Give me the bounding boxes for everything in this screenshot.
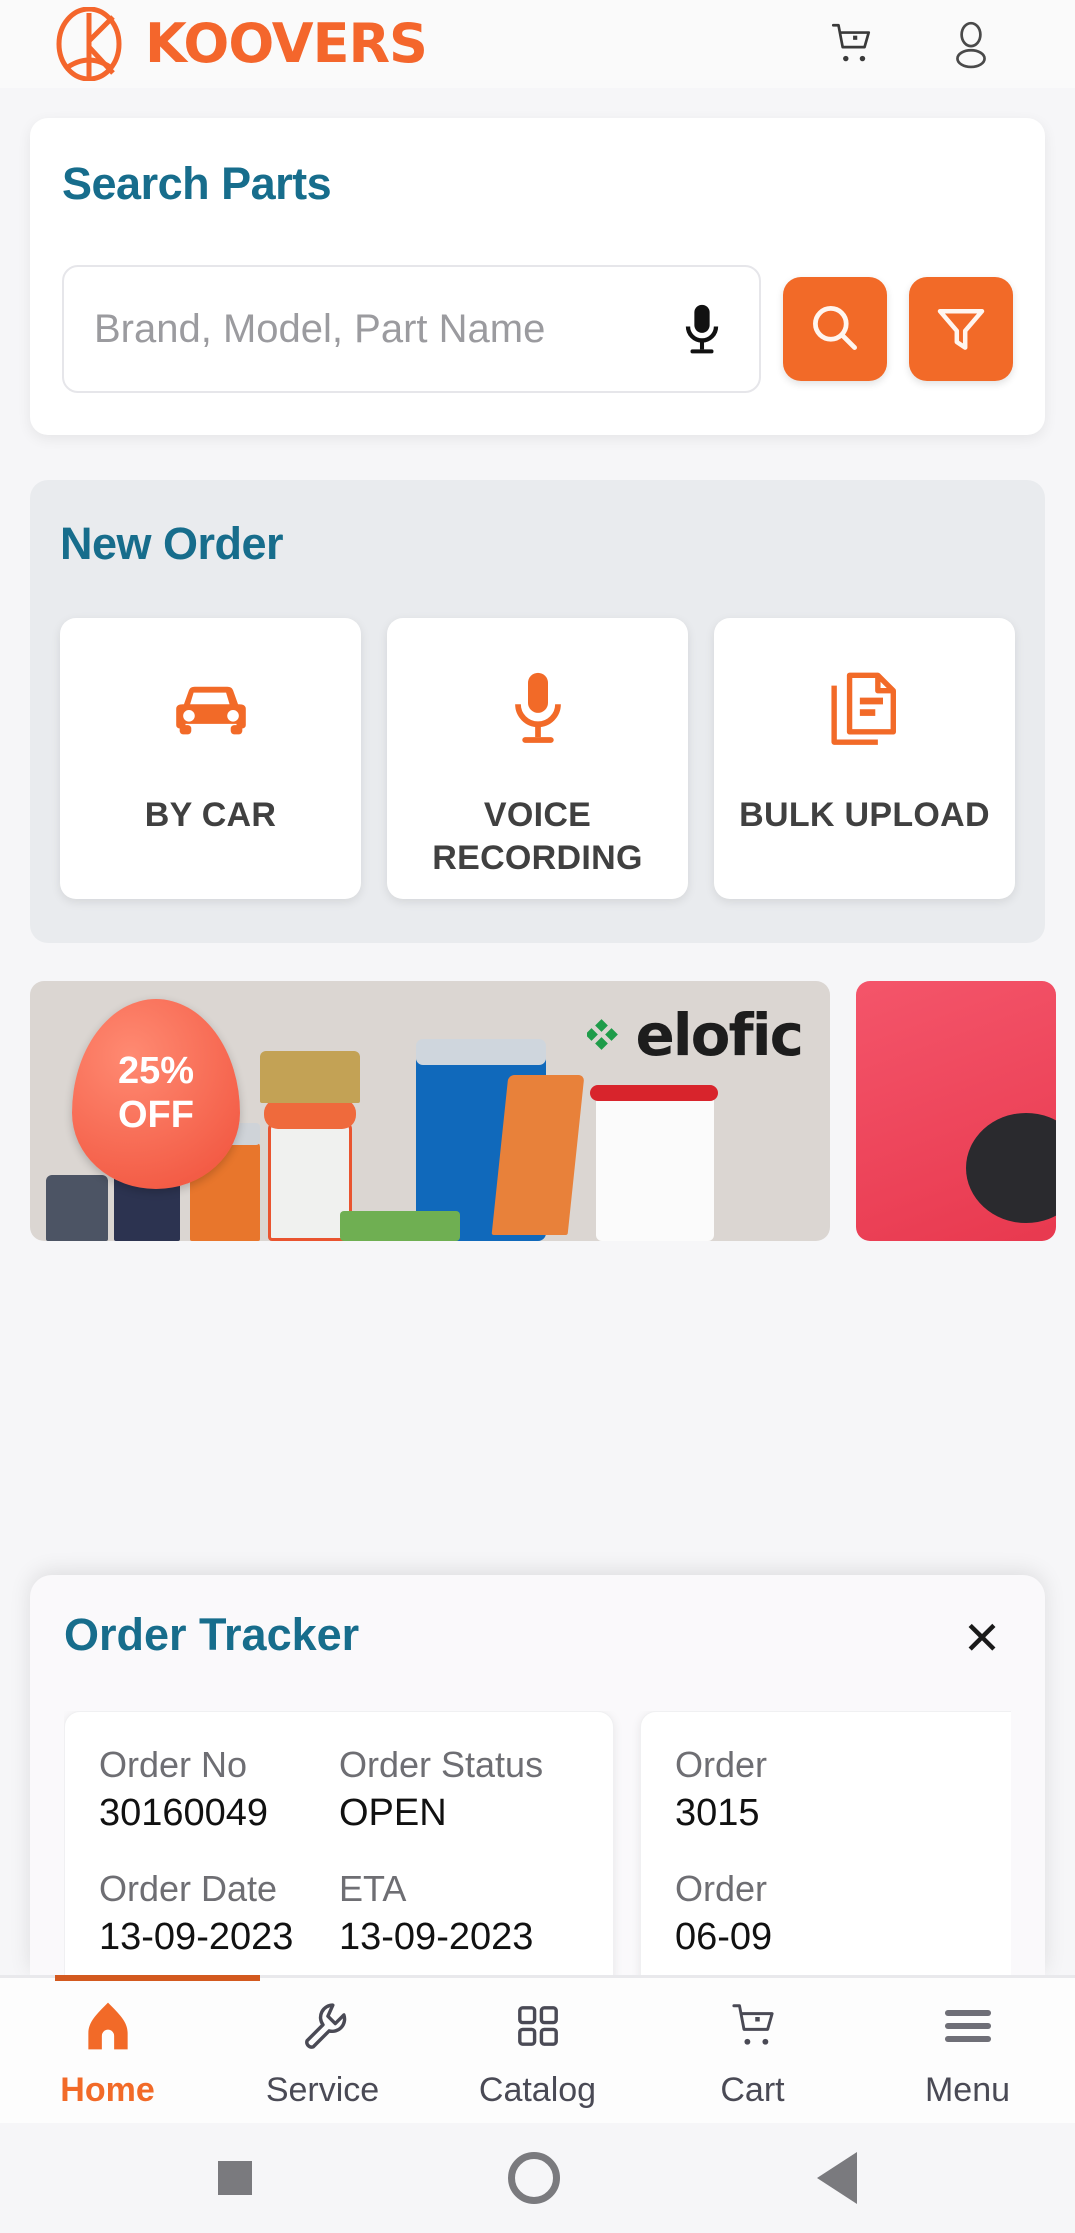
filter-funnel-icon	[933, 300, 989, 359]
nav-label: Home	[60, 2071, 155, 2109]
search-row	[62, 265, 1013, 393]
brand-name: KOOVERS	[145, 12, 428, 75]
order-cards-carousel[interactable]: Order No 30160049 Order Status OPEN Orde…	[64, 1711, 1011, 1975]
nav-item-cart[interactable]: Cart	[645, 1991, 860, 2110]
filter-button[interactable]	[909, 277, 1013, 381]
nav-label: Cart	[720, 2071, 785, 2109]
search-icon	[807, 300, 863, 359]
tile-label: VOICE RECORDING	[432, 796, 643, 877]
discount-badge: 25% OFF	[72, 999, 240, 1189]
field-label: Order No	[99, 1744, 248, 1785]
order-date-field: Order Date 13-09-2023	[99, 1866, 339, 1962]
discount-percent: 25%	[117, 1050, 195, 1093]
order-status-field	[915, 1742, 1011, 1838]
tile-label: BY CAR	[144, 796, 277, 834]
document-copy-icon	[829, 670, 901, 750]
nav-item-home[interactable]: Home	[0, 1991, 215, 2110]
tile-by-car[interactable]: BY CAR	[60, 618, 361, 899]
square-recents-icon[interactable]	[218, 2161, 253, 2195]
nav-item-catalog[interactable]: Catalog	[430, 1991, 645, 2110]
nav-label: Menu	[924, 2071, 1011, 2109]
order-no-field: Order No 30160049	[99, 1742, 339, 1838]
close-icon[interactable]: ✕	[953, 1609, 1011, 1667]
order-eta-field: ETA 13-09-2023	[339, 1866, 579, 1962]
brand-logo[interactable]: KOOVERS	[55, 6, 428, 82]
order-tracker-header: Order Tracker ✕	[64, 1609, 1011, 1667]
field-value: 06-09	[675, 1916, 773, 1959]
field-value: 13-09-2023	[339, 1916, 534, 1959]
order-tracker-panel: Order Tracker ✕ Order No 30160049 Order …	[30, 1575, 1045, 1975]
elofic-dots-icon	[585, 1017, 627, 1053]
app-screen: KOOVERS Search Parts Brand, Model, Part …	[0, 0, 1075, 2233]
field-value: 30160049	[99, 1792, 269, 1834]
nav-item-service[interactable]: Service	[215, 1991, 430, 2110]
active-tab-indicator	[55, 1975, 260, 1981]
search-parts-card: Search Parts	[30, 118, 1045, 435]
new-order-card: New Order BY CAR VOICE RECORDING BULK UP…	[30, 480, 1045, 943]
order-date-field: Order 06-09	[675, 1866, 915, 1962]
cart-icon	[726, 1997, 780, 2055]
home-icon	[81, 1997, 135, 2055]
circle-home-icon[interactable]	[508, 2152, 561, 2204]
field-label: Order	[675, 1744, 768, 1785]
header-actions	[825, 18, 1035, 70]
order-tracker-title: Order Tracker	[64, 1609, 360, 1660]
field-value: 13-09-2023	[99, 1916, 294, 1959]
promo-banner-next[interactable]	[856, 981, 1056, 1241]
microphone-icon[interactable]	[675, 297, 729, 361]
nav-label: Service	[265, 2071, 380, 2109]
main-content: Search Parts Brand, Model, Part Name New…	[0, 88, 1075, 1975]
tile-label: BULK UPLOAD	[739, 796, 990, 834]
tile-bulk-upload[interactable]: BULK UPLOAD	[714, 618, 1015, 899]
order-no-field: Order 3015	[675, 1742, 915, 1838]
field-label: ETA	[339, 1868, 407, 1910]
tile-voice-recording[interactable]: VOICE RECORDING	[387, 618, 688, 899]
profile-icon[interactable]	[945, 18, 997, 70]
order-card[interactable]: Order 3015 Order 06-09	[640, 1711, 1011, 1975]
cart-icon[interactable]	[825, 18, 877, 70]
grid-icon	[513, 1997, 563, 2055]
promo-banner-elofic[interactable]: 25% OFF elofic	[30, 981, 830, 1241]
car-icon	[169, 670, 253, 750]
search-input[interactable]	[94, 306, 665, 352]
app-header: KOOVERS	[0, 0, 1075, 88]
promo-banner-carousel[interactable]: 25% OFF elofic	[30, 981, 1075, 1241]
nav-item-menu[interactable]: Menu	[860, 1991, 1075, 2110]
order-eta-field	[915, 1866, 1011, 1962]
order-card[interactable]: Order No 30160049 Order Status OPEN Orde…	[64, 1711, 614, 1975]
search-button[interactable]	[783, 277, 887, 381]
new-order-title: New Order	[60, 518, 284, 569]
order-status-field: Order Status OPEN	[339, 1742, 579, 1838]
microphone-icon	[509, 670, 567, 750]
status-badge: OPEN	[339, 1792, 447, 1834]
system-navigation-bar	[0, 2123, 1075, 2233]
triangle-back-icon[interactable]	[816, 2152, 857, 2204]
nav-label: Catalog	[478, 2071, 597, 2109]
field-label: Order	[675, 1868, 768, 1910]
bottom-navigation: Home Service Catalog Cart Menu	[0, 1975, 1075, 2123]
search-input-wrapper[interactable]	[62, 265, 761, 393]
order-fields: Order No 30160049 Order Status OPEN Orde…	[99, 1742, 579, 1963]
hamburger-menu-icon	[942, 1997, 994, 2055]
koovers-circle-k-logo-icon	[55, 6, 123, 82]
elofic-wordmark: elofic	[635, 1001, 804, 1069]
discount-off: OFF	[118, 1094, 194, 1136]
field-label: Order Date	[99, 1868, 278, 1910]
new-order-tiles: BY CAR VOICE RECORDING BULK UPLOAD	[60, 618, 1015, 899]
order-fields: Order 3015 Order 06-09	[675, 1742, 1011, 1963]
search-parts-title: Search Parts	[62, 158, 332, 209]
field-label: Order Status	[339, 1744, 544, 1785]
elofic-brand-logo: elofic	[585, 1001, 804, 1069]
field-value: 3015	[675, 1792, 760, 1834]
wrench-icon	[296, 1997, 350, 2055]
